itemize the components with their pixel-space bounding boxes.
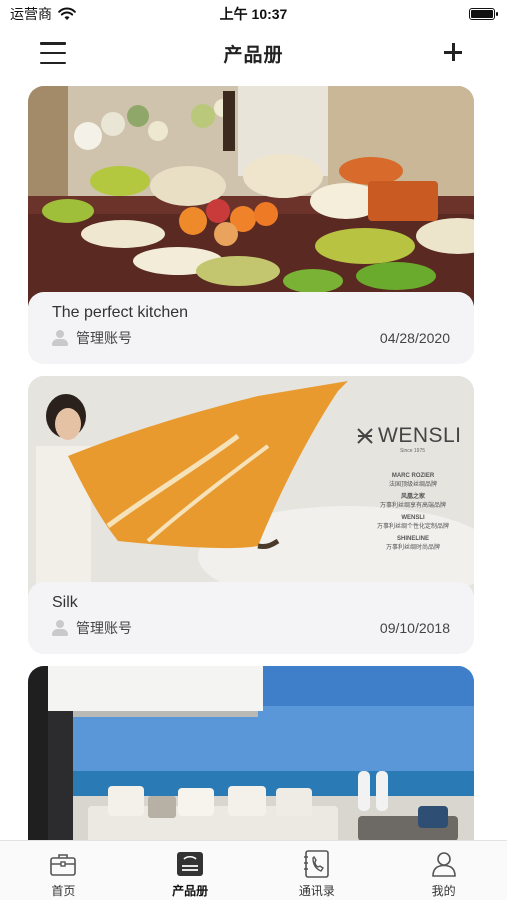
- card-date: 09/10/2018: [379, 620, 450, 636]
- ad-line: SHINELINE: [396, 536, 429, 542]
- ad-line: 万事利丝绸享有高端品牌: [379, 503, 446, 509]
- card-author: 管理账号: [52, 618, 132, 638]
- user-icon: [52, 330, 68, 346]
- ad-line: 风凰之家: [400, 494, 425, 500]
- nav-header: 产品册: [0, 30, 507, 76]
- tab-label: 通讯录: [298, 884, 335, 898]
- tab-label: 产品册: [172, 884, 209, 898]
- ad-line: 万事利丝绸个性化定制品牌: [376, 524, 449, 530]
- user-icon: [52, 620, 68, 636]
- tab-contacts[interactable]: 通讯录: [254, 841, 381, 900]
- tab-label: 首页: [51, 884, 76, 898]
- status-bar: 运营商 上午 10:37: [0, 0, 507, 28]
- card-info-panel: The perfect kitchen 管理账号 04/28/2020: [28, 292, 474, 364]
- status-time: 上午 10:37: [219, 6, 288, 22]
- page-title: 产品册: [223, 44, 284, 66]
- ad-line: 法国顶级丝绸品牌: [388, 482, 437, 488]
- card-meta: 管理账号 09/10/2018: [52, 618, 450, 638]
- ad-line: WENSLI: [401, 515, 425, 521]
- add-button[interactable]: [441, 40, 465, 64]
- silk-scarf-ad: WENSLI Since 1975 MARC ROZIER 法国顶级丝绸品牌 风…: [28, 376, 474, 596]
- tab-catalog[interactable]: 产品册: [127, 841, 254, 900]
- ad-brand: WENSLI: [378, 424, 462, 447]
- author-name: 管理账号: [76, 330, 132, 346]
- ad-line: 万事利丝绸时尚品牌: [385, 545, 440, 551]
- tab-bar: 首页 产品册 通讯录 我的: [0, 840, 507, 900]
- ad-since: Since 1975: [400, 448, 426, 454]
- catalog-card[interactable]: [28, 666, 474, 840]
- menu-icon-bar: [40, 42, 66, 45]
- wensli-logo-icon: [357, 428, 373, 444]
- contacts-phone-icon: [303, 850, 329, 878]
- profile-icon: [431, 852, 456, 877]
- catalog-feed[interactable]: The perfect kitchen 管理账号 04/28/2020 WENS…: [28, 86, 474, 840]
- seaside-terrace-photo: [28, 666, 474, 840]
- tab-profile[interactable]: 我的: [380, 841, 507, 900]
- tableware-photo: [28, 86, 474, 306]
- catalog-card[interactable]: WENSLI Since 1975 MARC ROZIER 法国顶级丝绸品牌 风…: [28, 376, 474, 654]
- menu-button[interactable]: [40, 42, 66, 64]
- card-title: The perfect kitchen: [52, 304, 189, 321]
- card-info-panel: Silk 管理账号 09/10/2018: [28, 582, 474, 654]
- card-title: Silk: [52, 594, 78, 611]
- card-author: 管理账号: [52, 328, 132, 348]
- catalog-card[interactable]: The perfect kitchen 管理账号 04/28/2020: [28, 86, 474, 364]
- tab-home[interactable]: 首页: [0, 841, 127, 900]
- briefcase-icon: [50, 854, 77, 876]
- card-date: 04/28/2020: [379, 330, 450, 346]
- menu-icon-bar: [40, 61, 66, 64]
- tab-label: 我的: [431, 884, 456, 898]
- ad-line: MARC ROZIER: [391, 473, 435, 479]
- menu-icon-bar: [40, 51, 66, 55]
- battery-icon: [469, 8, 498, 20]
- catalog-icon: [177, 852, 204, 876]
- card-meta: 管理账号 04/28/2020: [52, 328, 450, 348]
- ad-brand-list: MARC ROZIER 法国顶级丝绸品牌 风凰之家 万事利丝绸享有高端品牌 WE…: [358, 472, 468, 553]
- author-name: 管理账号: [76, 620, 132, 636]
